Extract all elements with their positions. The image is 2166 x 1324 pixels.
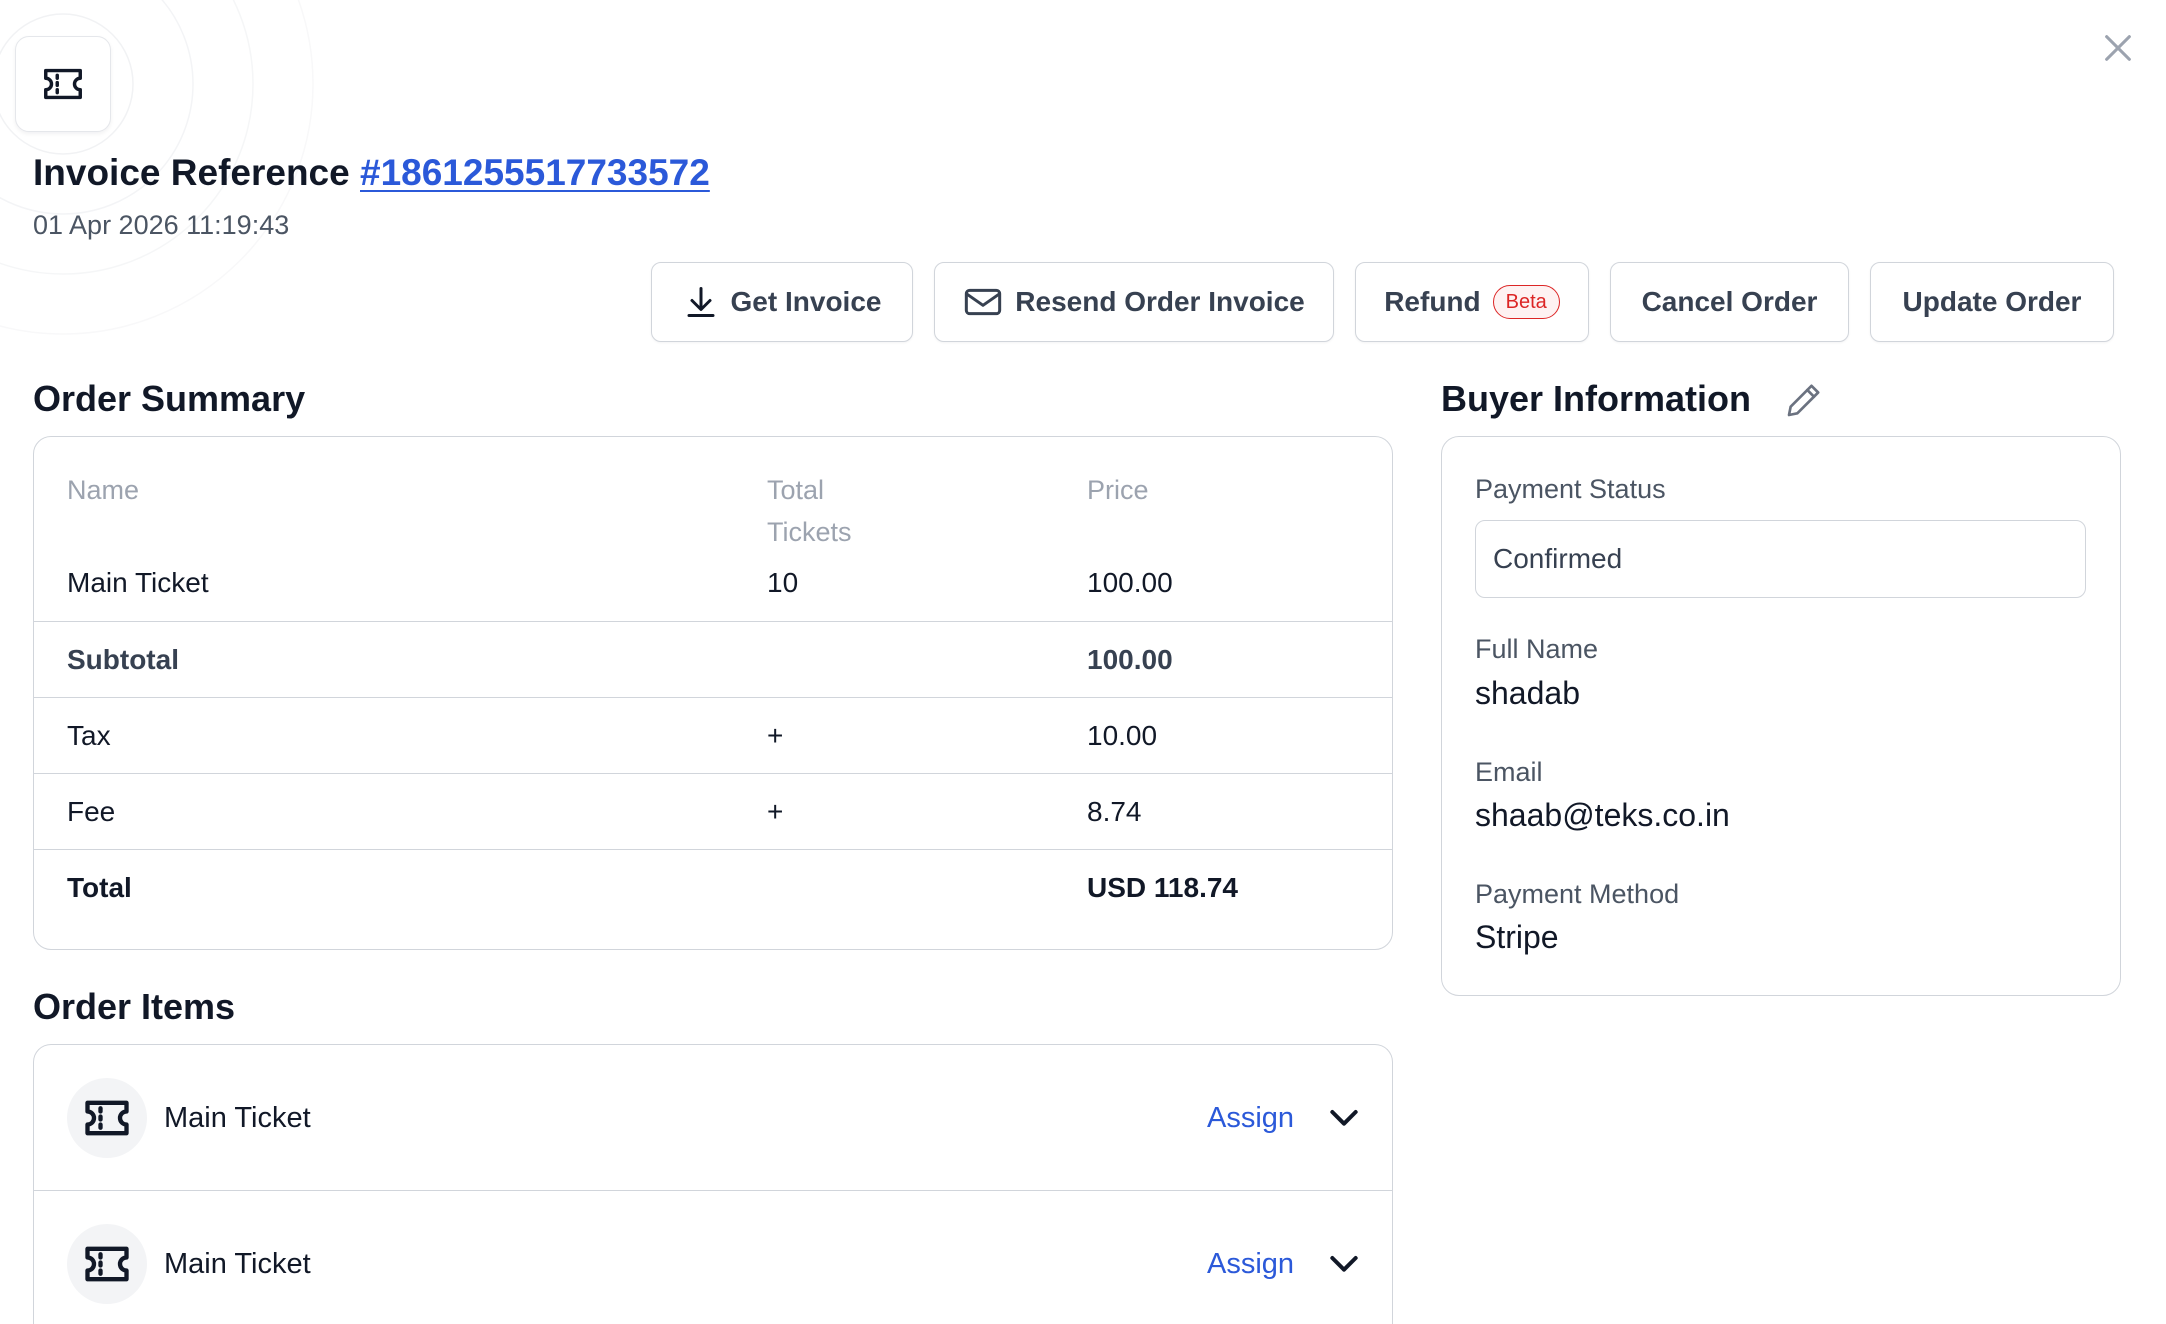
order-timestamp: 01 Apr 2026 11:19:43 xyxy=(33,210,290,240)
order-summary-heading: Order Summary xyxy=(33,378,306,419)
refund-label: Refund xyxy=(1384,286,1481,317)
email-value: shaab@teks.co.in xyxy=(1475,797,1730,833)
column-header-total: Total xyxy=(767,475,825,505)
table-header: Name Total Tickets Price Main Ticket 10 … xyxy=(34,437,1392,621)
tax-value: 10.00 xyxy=(1087,720,1158,751)
assign-link[interactable]: Assign xyxy=(1207,1191,1294,1324)
item-avatar xyxy=(67,1224,147,1304)
total-value: USD 118.74 xyxy=(1087,872,1238,903)
subtotal-value: 100.00 xyxy=(1087,644,1173,675)
get-invoice-label: Get Invoice xyxy=(730,286,882,317)
payment-method-value: Stripe xyxy=(1475,919,1559,955)
column-header-price: Price xyxy=(1087,475,1149,505)
tax-row: Tax + 10.00 xyxy=(34,697,1392,773)
invoice-reference-link[interactable]: #1861255517733572 xyxy=(360,152,710,193)
title-prefix: Invoice Reference xyxy=(33,152,350,193)
column-header-name: Name xyxy=(67,475,140,505)
full-name-label: Full Name xyxy=(1475,634,1599,664)
resend-invoice-button[interactable]: Resend Order Invoice xyxy=(934,262,1334,342)
cancel-order-button[interactable]: Cancel Order xyxy=(1610,262,1849,342)
fee-row: Fee + 8.74 xyxy=(34,773,1392,849)
item-avatar xyxy=(67,1078,147,1158)
assign-link[interactable]: Assign xyxy=(1207,1045,1294,1191)
full-name-value: shadab xyxy=(1475,675,1580,711)
item-price: 100.00 xyxy=(1087,567,1173,598)
payment-method-label: Payment Method xyxy=(1475,879,1680,909)
item-name: Main Ticket xyxy=(67,567,209,598)
ticket-icon xyxy=(44,68,82,100)
column-header-total-tickets: Total Tickets xyxy=(767,469,852,553)
cancel-order-label: Cancel Order xyxy=(1641,286,1818,317)
subtotal-row: Subtotal 100.00 xyxy=(34,621,1392,697)
mail-icon xyxy=(965,288,1002,316)
chevron-down-icon[interactable] xyxy=(1324,1243,1364,1283)
close-icon xyxy=(2105,35,2131,61)
email-label: Email xyxy=(1475,757,1543,787)
order-details-modal: Invoice Reference #1861255517733572 01 A… xyxy=(0,0,2166,1324)
column-header-tickets: Tickets xyxy=(767,517,852,547)
ticket-badge xyxy=(15,36,111,132)
fee-label: Fee xyxy=(67,796,116,827)
page-title: Invoice Reference #1861255517733572 xyxy=(33,152,710,194)
ticket-icon xyxy=(85,1246,129,1282)
update-order-button[interactable]: Update Order xyxy=(1870,262,2114,342)
item-name: Main Ticket xyxy=(164,1248,311,1280)
order-items-list: Main Ticket Assign Main Ticket Assign xyxy=(33,1044,1393,1324)
subtotal-label: Subtotal xyxy=(67,644,179,675)
payment-status-label: Payment Status xyxy=(1475,474,1666,504)
list-item[interactable]: Main Ticket Assign xyxy=(34,1045,1392,1191)
beta-badge: Beta xyxy=(1492,285,1560,319)
chevron-down-icon[interactable] xyxy=(1324,1097,1364,1137)
list-item[interactable]: Main Ticket Assign xyxy=(34,1191,1392,1324)
payment-status-field[interactable]: Confirmed xyxy=(1475,520,2086,598)
total-label: Total xyxy=(67,872,132,903)
tax-sign: + xyxy=(767,720,784,751)
order-items-heading: Order Items xyxy=(33,986,236,1027)
buyer-information-card: Payment Status Confirmed Full Name shada… xyxy=(1441,436,2121,996)
get-invoice-button[interactable]: Get Invoice xyxy=(651,262,913,342)
buyer-information-heading: Buyer Information xyxy=(1441,378,1752,419)
close-button[interactable] xyxy=(2096,26,2140,70)
tax-label: Tax xyxy=(67,720,111,751)
pencil-icon[interactable] xyxy=(1784,380,1824,420)
action-toolbar: Get Invoice Resend Order Invoice Refund … xyxy=(651,262,2114,342)
fee-value: 8.74 xyxy=(1087,796,1142,827)
resend-invoice-label: Resend Order Invoice xyxy=(1015,286,1305,317)
item-name: Main Ticket xyxy=(164,1102,311,1134)
item-quantity: 10 xyxy=(767,567,799,598)
download-icon xyxy=(687,287,715,317)
order-summary-table: Name Total Tickets Price Main Ticket 10 … xyxy=(33,436,1393,950)
refund-button[interactable]: Refund Beta xyxy=(1355,262,1589,342)
ticket-icon xyxy=(85,1100,129,1136)
fee-sign: + xyxy=(767,796,784,827)
total-row: Total USD 118.74 xyxy=(34,849,1392,925)
update-order-label: Update Order xyxy=(1902,286,2082,317)
